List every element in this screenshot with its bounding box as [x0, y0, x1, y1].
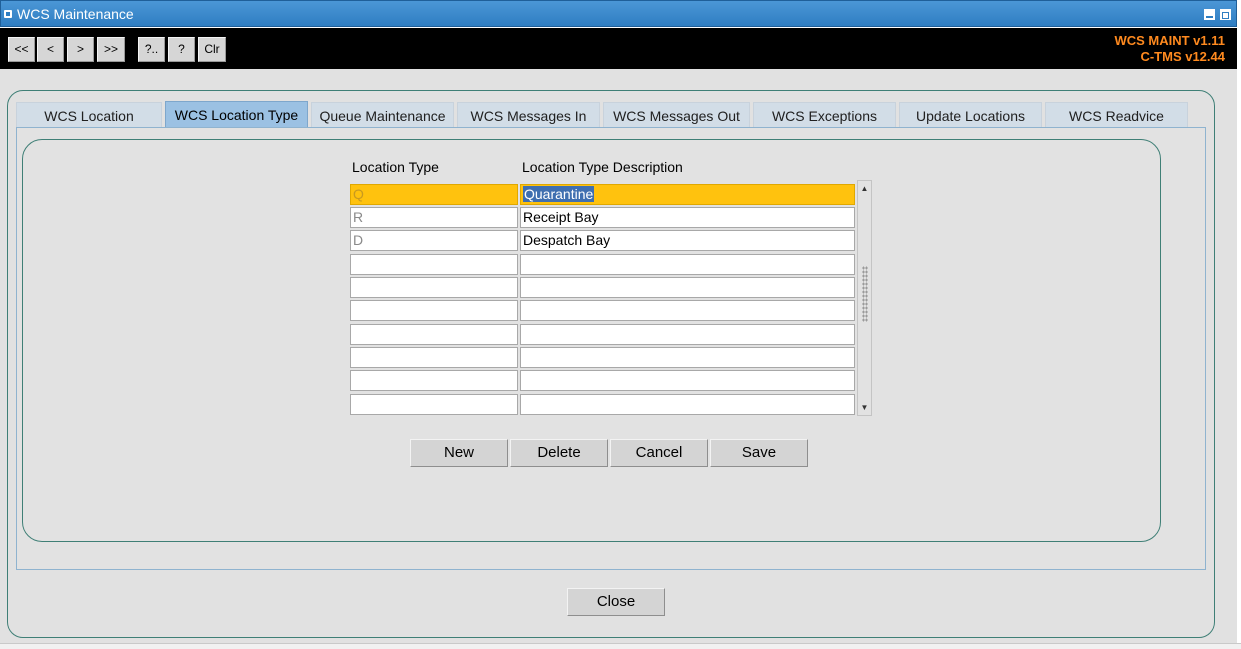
- selected-text: Quarantine: [523, 186, 595, 202]
- location-type-cell[interactable]: Q: [350, 184, 518, 205]
- description-cell[interactable]: [520, 300, 855, 321]
- close-button[interactable]: Close: [567, 588, 665, 616]
- description-cell[interactable]: [520, 277, 855, 298]
- scroll-up-icon[interactable]: ▲: [859, 183, 870, 194]
- description-cell[interactable]: Quarantine: [520, 184, 855, 205]
- location-type-cell[interactable]: [350, 254, 518, 275]
- grid-scrollbar[interactable]: ▲ ▼: [857, 180, 872, 416]
- previous-record-button[interactable]: <: [37, 37, 64, 62]
- tab-wcs-messages-out[interactable]: WCS Messages Out: [603, 102, 750, 128]
- location-type-cell[interactable]: D: [350, 230, 518, 251]
- save-button[interactable]: Save: [710, 439, 808, 467]
- new-button[interactable]: New: [410, 439, 508, 467]
- tab-wcs-location-type[interactable]: WCS Location Type: [165, 101, 308, 128]
- app-icon: [4, 10, 12, 18]
- tab-wcs-location[interactable]: WCS Location: [16, 102, 162, 128]
- description-header: Location Type Description: [522, 159, 683, 175]
- window-edge: [1237, 69, 1241, 649]
- location-type-cell[interactable]: [350, 370, 518, 391]
- scroll-down-icon[interactable]: ▼: [859, 402, 870, 413]
- status-strip: [0, 643, 1241, 649]
- title-bar: WCS Maintenance: [0, 0, 1237, 27]
- description-cell[interactable]: [520, 347, 855, 368]
- query-button[interactable]: ?..: [138, 37, 165, 62]
- description-cell[interactable]: [520, 370, 855, 391]
- description-cell[interactable]: [520, 324, 855, 345]
- next-record-button[interactable]: >: [67, 37, 94, 62]
- location-type-header: Location Type: [352, 159, 439, 175]
- window-title: WCS Maintenance: [17, 6, 134, 22]
- location-type-cell[interactable]: [350, 394, 518, 415]
- description-cell[interactable]: [520, 394, 855, 415]
- help-button[interactable]: ?: [168, 37, 195, 62]
- tab-wcs-readvice[interactable]: WCS Readvice: [1045, 102, 1188, 128]
- location-type-cell[interactable]: [350, 324, 518, 345]
- module-version: WCS MAINT v1.11: [1114, 33, 1225, 48]
- description-cell[interactable]: Despatch Bay: [520, 230, 855, 251]
- last-record-button[interactable]: >>: [97, 37, 125, 62]
- scroll-thumb-grip[interactable]: [862, 266, 868, 322]
- location-type-cell[interactable]: [350, 300, 518, 321]
- minimize-icon[interactable]: [1204, 9, 1215, 20]
- maximize-icon[interactable]: [1220, 9, 1231, 20]
- location-type-cell[interactable]: R: [350, 207, 518, 228]
- clear-button[interactable]: Clr: [198, 37, 226, 62]
- description-cell[interactable]: Receipt Bay: [520, 207, 855, 228]
- tab-update-locations[interactable]: Update Locations: [899, 102, 1042, 128]
- location-type-cell[interactable]: [350, 347, 518, 368]
- tab-wcs-exceptions[interactable]: WCS Exceptions: [753, 102, 896, 128]
- tab-wcs-messages-in[interactable]: WCS Messages In: [457, 102, 600, 128]
- cancel-button[interactable]: Cancel: [610, 439, 708, 467]
- system-version: C-TMS v12.44: [1140, 49, 1225, 64]
- delete-button[interactable]: Delete: [510, 439, 608, 467]
- location-type-cell[interactable]: [350, 277, 518, 298]
- tab-queue-maintenance[interactable]: Queue Maintenance: [311, 102, 454, 128]
- first-record-button[interactable]: <<: [8, 37, 35, 62]
- description-cell[interactable]: [520, 254, 855, 275]
- toolbar: << < > >> ?.. ? Clr WCS MAINT v1.11 C-TM…: [0, 28, 1237, 69]
